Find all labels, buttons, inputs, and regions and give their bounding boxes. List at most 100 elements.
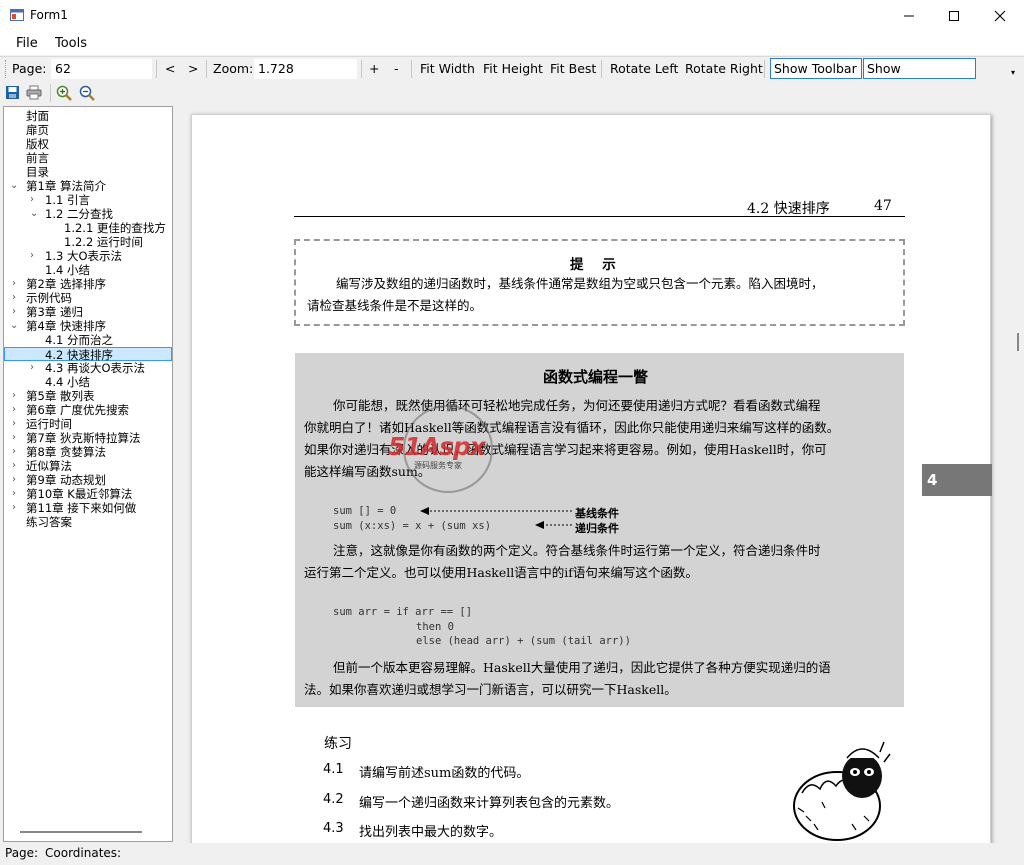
bookmark-item[interactable]: 版权	[26, 137, 49, 151]
expand-chevron-icon[interactable]: ›	[12, 473, 16, 487]
bookmark-item[interactable]: 1.1 引言	[45, 193, 90, 207]
expand-chevron-icon[interactable]: ›	[12, 305, 16, 319]
bookmark-item[interactable]: 4.4 小结	[45, 375, 90, 389]
fit-width-button[interactable]: Fit Width	[420, 61, 475, 76]
bookmark-item[interactable]: 第1章 算法简介	[26, 179, 106, 193]
expand-chevron-icon[interactable]: ›	[12, 291, 16, 305]
toolbar-separator	[411, 60, 412, 78]
collapse-chevron-icon[interactable]: ⌄	[10, 319, 18, 333]
tip-title: 提 示	[570, 257, 616, 273]
watermark-logo: 51Aspx	[388, 432, 486, 461]
bookmark-item[interactable]: 1.3 大O表示法	[45, 249, 122, 263]
next-page-button[interactable]: >	[188, 61, 198, 76]
bookmark-item[interactable]: 第8章 贪婪算法	[26, 445, 106, 459]
bookmark-item[interactable]: 目录	[26, 165, 49, 179]
exercise-text: 编写一个递归函数来计算列表包含的元素数。	[359, 796, 620, 811]
save-icon[interactable]	[5, 85, 20, 103]
expand-chevron-icon[interactable]: ›	[12, 389, 16, 403]
box-text-line: 如果你对递归有深入的认识，函数式编程语言学习起来将更容易。例如，使用Haskel…	[304, 442, 827, 457]
expand-chevron-icon[interactable]: ›	[30, 193, 34, 207]
bookmark-item[interactable]: 第10章 K最近邻算法	[26, 487, 132, 501]
fit-best-button[interactable]: Fit Best	[550, 61, 596, 76]
bookmark-item[interactable]: 扉页	[26, 123, 49, 137]
box-title: 函数式编程一瞥	[543, 368, 649, 386]
toolbar-overflow-icon[interactable]: ▾	[1011, 68, 1015, 77]
zoom-label: Zoom:	[213, 61, 254, 76]
bookmark-item[interactable]: 近似算法	[26, 459, 72, 473]
watermark-subtitle: 源码服务专家	[414, 461, 462, 470]
bookmark-item[interactable]: 1.2.1 更佳的查找方	[64, 221, 166, 235]
bookmark-item-selected[interactable]: 4.2 快速排序	[4, 347, 172, 362]
show-toolbar-button[interactable]: Show Toolbar	[770, 58, 862, 79]
zoom-input[interactable]: 1.728	[254, 59, 357, 79]
show-bookmarks-button[interactable]: Show Bookmarks	[863, 58, 976, 95]
icon-toolbar	[0, 82, 1024, 105]
collapse-chevron-icon[interactable]: ⌄	[30, 207, 38, 221]
expand-chevron-icon[interactable]: ›	[12, 277, 16, 291]
bookmark-item[interactable]: 1.4 小结	[45, 263, 90, 277]
bookmark-item[interactable]: 第3章 递归	[26, 305, 83, 319]
toolbar-grip[interactable]	[5, 60, 7, 78]
bookmark-item[interactable]: 示例代码	[26, 291, 72, 305]
expand-chevron-icon[interactable]: ›	[30, 249, 34, 263]
box-text-line: 你就明白了！诸如Haskell等函数式编程语言没有循环，因此你只能使用递归来编写…	[304, 420, 840, 435]
bookmark-item[interactable]: 第7章 狄克斯特拉算法	[26, 431, 140, 445]
code-annotation: 递归条件	[575, 522, 619, 535]
viewer-vertical-scrollbar[interactable]	[1013, 83, 1024, 843]
menu-tools[interactable]: Tools	[55, 36, 87, 51]
bookmark-item[interactable]: 1.2 二分查找	[45, 207, 113, 221]
zoom-in-button[interactable]: +	[369, 61, 379, 76]
expand-chevron-icon[interactable]: ›	[12, 487, 16, 501]
fit-height-button[interactable]: Fit Height	[483, 61, 543, 76]
close-icon	[994, 10, 1006, 21]
maximize-button[interactable]	[931, 0, 977, 31]
scrollbar-thumb[interactable]	[1017, 333, 1019, 351]
rotate-left-button[interactable]: Rotate Left	[610, 61, 678, 76]
toolbar-separator	[156, 60, 157, 78]
sidebar-horizontal-scrollbar[interactable]	[20, 831, 142, 833]
expand-chevron-icon[interactable]: ›	[12, 417, 16, 431]
expand-chevron-icon[interactable]: ›	[12, 459, 16, 473]
expand-chevron-icon[interactable]: ›	[30, 361, 34, 375]
box-text-line: 注意，这就像是你有函数的两个定义。符合基线条件时运行第一个定义，符合递归条件时	[333, 543, 821, 558]
box-text-line: 法。如果你喜欢递归或想学习一门新语言，可以研究一下Haskell。	[304, 682, 677, 697]
bookmark-item[interactable]: 第5章 散列表	[26, 389, 94, 403]
bookmark-item[interactable]: 封面	[26, 109, 49, 123]
bookmark-item[interactable]: 第4章 快速排序	[26, 319, 106, 333]
minimize-button[interactable]	[886, 0, 932, 31]
bookmark-item[interactable]: 第2章 选择排序	[26, 277, 106, 291]
tip-text-line: 请检查基线条件是不是这样的。	[307, 298, 483, 313]
close-button[interactable]	[977, 0, 1023, 31]
expand-chevron-icon[interactable]: ›	[12, 445, 16, 459]
code-line: else (head arr) + (sum (tail arr))	[416, 635, 631, 647]
collapse-chevron-icon[interactable]: ⌄	[10, 179, 18, 193]
bookmarks-tree[interactable]: ⌄ › ⌄ › › › › ⌄ › › › › › › › › › › 封面 扉…	[3, 106, 173, 842]
rotate-right-button[interactable]: Rotate Right	[685, 61, 763, 76]
print-icon[interactable]	[26, 85, 42, 103]
bookmark-item[interactable]: 第9章 动态规划	[26, 473, 106, 487]
bookmark-item[interactable]: 前言	[26, 151, 49, 165]
bookmark-item[interactable]: 1.2.2 运行时间	[64, 235, 143, 249]
code-line: then 0	[416, 621, 454, 633]
bookmark-item[interactable]: 第11章 接下来如何做	[26, 501, 136, 515]
zoom-out-icon[interactable]	[79, 85, 95, 104]
bookmark-item[interactable]: 练习答案	[26, 515, 72, 529]
zoom-out-button[interactable]: -	[394, 61, 399, 76]
exercise-number: 4.1	[323, 762, 344, 777]
bookmark-item[interactable]: 运行时间	[26, 417, 72, 431]
annotation-arrow	[420, 504, 580, 537]
bookmark-item[interactable]: 4.1 分而治之	[45, 333, 113, 347]
menu-file[interactable]: File	[16, 36, 38, 51]
expand-chevron-icon[interactable]: ›	[12, 501, 16, 515]
page-number-input[interactable]: 62	[51, 59, 152, 79]
expand-chevron-icon[interactable]: ›	[12, 431, 16, 445]
prev-page-button[interactable]: <	[165, 61, 175, 76]
bookmark-item[interactable]: 第6章 广度优先搜索	[26, 403, 129, 417]
zoom-in-icon[interactable]	[56, 85, 72, 104]
expand-chevron-icon[interactable]: ›	[12, 403, 16, 417]
bookmark-item[interactable]: 4.3 再谈大O表示法	[45, 361, 145, 375]
box-text-line: 但前一个版本更容易理解。Haskell大量使用了递归，因此它提供了各种方便实现递…	[333, 660, 831, 675]
chapter-side-tab: 4	[922, 464, 992, 496]
status-coordinates-label: Coordinates:	[45, 846, 122, 860]
exercise-text: 找出列表中最大的数字。	[359, 825, 503, 840]
